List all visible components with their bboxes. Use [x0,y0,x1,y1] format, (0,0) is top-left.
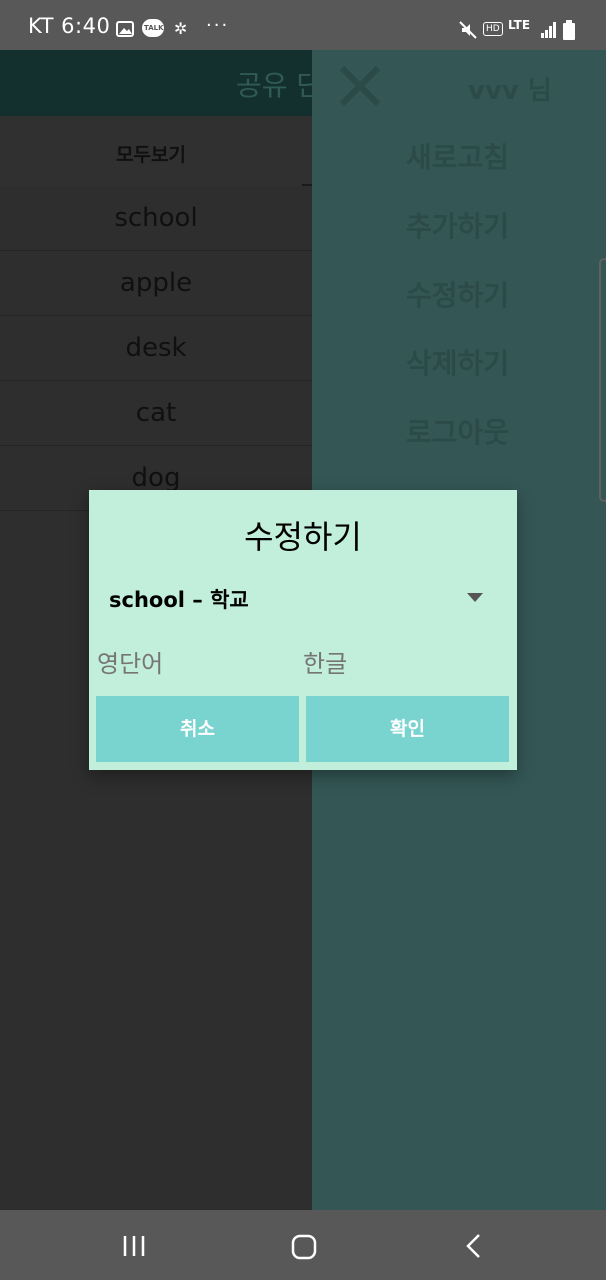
tab-all[interactable]: 모두보기 [0,140,302,167]
status-time: KT 6:40 [28,14,111,38]
edge-scroll-handle[interactable] [599,258,606,502]
kakaotalk-icon: TALK [142,19,164,37]
dialog-title: 수정하기 [244,518,362,556]
korean-word-input[interactable] [303,650,493,678]
word-item[interactable]: cat [0,381,312,446]
mute-icon [459,21,477,39]
menu-delete[interactable]: 삭제하기 [406,342,509,382]
app-title: 공유 단 [236,69,312,102]
lte-icon: LTE [508,18,531,32]
english-word-input[interactable] [97,650,287,678]
menu-logout[interactable]: 로그아웃 [406,411,509,451]
word-select[interactable]: school – 학교 [109,584,249,614]
home-icon[interactable] [291,1234,317,1260]
hd-icon: HD [483,22,503,36]
app-bar: 공유 단 [0,50,312,116]
talk-badge: TALK [144,24,164,32]
app-grid-icon: ✲ [174,19,188,38]
menu-edit[interactable]: 수정하기 [406,274,509,314]
dropdown-arrow-icon[interactable] [467,593,483,602]
word-list: school apple desk cat dog [0,186,312,511]
gallery-icon [116,21,134,37]
confirm-button[interactable]: 확인 [306,696,509,762]
close-icon[interactable] [338,64,382,108]
back-icon[interactable] [465,1233,483,1259]
menu-refresh[interactable]: 새로고침 [406,136,509,176]
signal-icon [541,22,556,38]
tab-bar: 모두보기 [0,116,312,186]
menu-add[interactable]: 추가하기 [406,205,509,245]
cancel-button[interactable]: 취소 [96,696,299,762]
recent-apps-icon[interactable] [122,1235,148,1257]
word-item[interactable]: apple [0,251,312,316]
user-name: vvv 님 [468,76,552,106]
battery-icon [563,20,575,40]
word-item[interactable]: school [0,186,312,251]
system-nav-bar [0,1210,606,1280]
more-dots-icon: ··· [206,15,230,36]
edit-dialog: 수정하기 school – 학교 취소 확인 [89,490,517,770]
word-item[interactable]: desk [0,316,312,381]
